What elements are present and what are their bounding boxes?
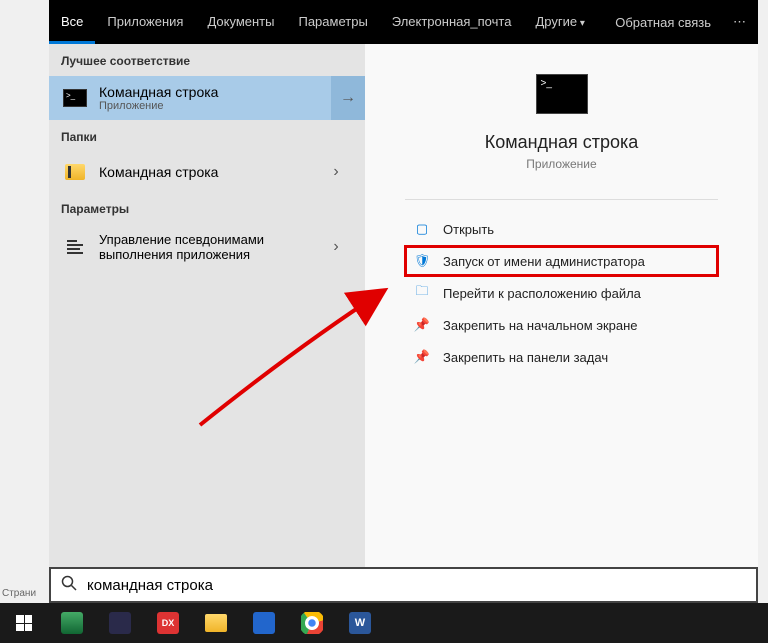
open-icon: ▢ bbox=[411, 221, 433, 237]
action-label: Запуск от имени администратора bbox=[443, 254, 645, 269]
result-title: Командная строка bbox=[99, 164, 319, 180]
chevron-right-icon[interactable]: › bbox=[319, 232, 353, 262]
app-title: Командная строка bbox=[485, 132, 639, 153]
action-label: Перейти к расположению файла bbox=[443, 286, 641, 301]
result-command-prompt[interactable]: Командная строка Приложение → bbox=[49, 76, 365, 120]
start-button[interactable] bbox=[4, 605, 44, 641]
action-pin-start[interactable]: 📌 Закрепить на начальном экране bbox=[405, 310, 718, 340]
result-subtitle: Приложение bbox=[99, 100, 353, 112]
taskbar-explorer[interactable] bbox=[196, 605, 236, 641]
action-pin-taskbar[interactable]: 📌 Закрепить на панели задач bbox=[405, 342, 718, 372]
action-run-as-admin[interactable]: 🛡 Запуск от имени администратора bbox=[405, 246, 718, 276]
tab-apps[interactable]: Приложения bbox=[95, 0, 195, 44]
expand-chevron-icon[interactable]: → bbox=[331, 76, 365, 120]
search-results-panel: Лучшее соответствие Командная строка При… bbox=[49, 44, 758, 567]
actions-list: ▢ Открыть 🛡 Запуск от имени администрато… bbox=[405, 214, 718, 372]
action-label: Закрепить на начальном экране bbox=[443, 318, 638, 333]
result-alias-settings[interactable]: Управление псевдонимами выполнения прило… bbox=[49, 224, 365, 270]
pin-taskbar-icon: 📌 bbox=[411, 349, 433, 365]
taskbar-app-2[interactable] bbox=[100, 605, 140, 641]
result-title: Управление псевдонимами выполнения прило… bbox=[99, 232, 319, 262]
result-detail-pane: Командная строка Приложение ▢ Открыть 🛡 … bbox=[365, 44, 758, 567]
search-tabs-bar: Все Приложения Документы Параметры Элект… bbox=[49, 0, 758, 44]
chevron-right-icon[interactable]: › bbox=[319, 160, 353, 184]
tab-documents[interactable]: Документы bbox=[195, 0, 286, 44]
taskbar-app-1[interactable] bbox=[52, 605, 92, 641]
tab-all[interactable]: Все bbox=[49, 0, 95, 44]
section-best-match: Лучшее соответствие bbox=[49, 44, 365, 76]
tab-email[interactable]: Электронная_почта bbox=[380, 0, 524, 44]
pin-start-icon: 📌 bbox=[411, 317, 433, 333]
taskbar-app-3[interactable] bbox=[244, 605, 284, 641]
search-box[interactable] bbox=[49, 567, 758, 603]
action-open-location[interactable]: 🗀 Перейти к расположению файла bbox=[405, 278, 718, 308]
search-icon bbox=[61, 575, 77, 596]
result-title: Командная строка bbox=[99, 84, 353, 100]
app-type-label: Приложение bbox=[526, 157, 596, 171]
tab-other[interactable]: Другие bbox=[523, 0, 596, 44]
admin-shield-icon: 🛡 bbox=[411, 253, 433, 269]
action-label: Открыть bbox=[443, 222, 494, 237]
result-folder-cmd[interactable]: Командная строка › bbox=[49, 152, 365, 192]
action-open[interactable]: ▢ Открыть bbox=[405, 214, 718, 244]
folder-location-icon: 🗀 bbox=[411, 285, 433, 301]
app-large-icon bbox=[536, 74, 588, 114]
search-input[interactable] bbox=[87, 577, 746, 594]
taskbar-app-dx[interactable]: DX bbox=[148, 605, 188, 641]
results-list: Лучшее соответствие Командная строка При… bbox=[49, 44, 365, 567]
taskbar-word[interactable]: W bbox=[340, 605, 380, 641]
section-folders: Папки bbox=[49, 120, 365, 152]
action-label: Закрепить на панели задач bbox=[443, 350, 608, 365]
tab-parameters[interactable]: Параметры bbox=[286, 0, 379, 44]
section-parameters: Параметры bbox=[49, 192, 365, 224]
cmd-icon bbox=[61, 86, 89, 110]
more-menu[interactable]: ⋯ bbox=[721, 14, 758, 30]
divider bbox=[405, 199, 718, 200]
taskbar-chrome[interactable] bbox=[292, 605, 332, 641]
page-label: Страни bbox=[2, 588, 36, 599]
folder-icon bbox=[61, 160, 89, 184]
taskbar: DX W bbox=[0, 603, 768, 643]
settings-icon bbox=[61, 235, 89, 259]
feedback-link[interactable]: Обратная связь bbox=[605, 15, 721, 30]
